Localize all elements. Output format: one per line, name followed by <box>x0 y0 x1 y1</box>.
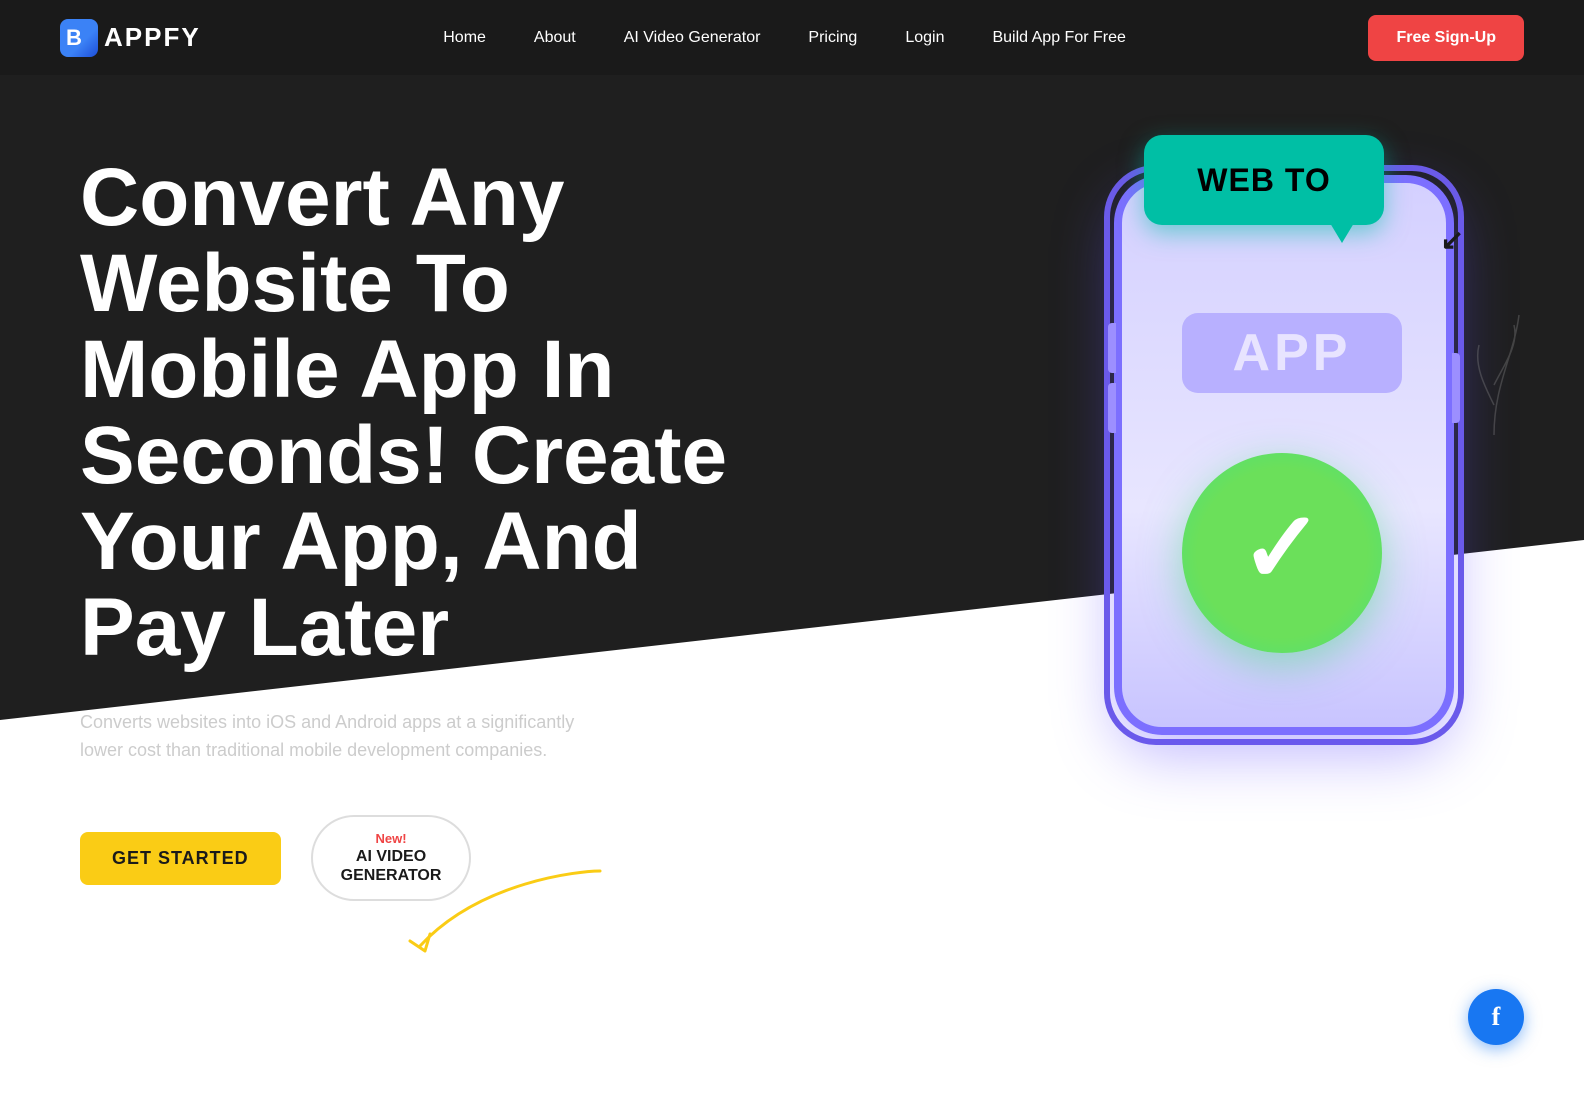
hero-content: Convert Any Website To Mobile App In Sec… <box>0 75 1584 901</box>
hero-subtitle: Converts websites into iOS and Android a… <box>80 708 600 766</box>
hero-title: Convert Any Website To Mobile App In Sec… <box>80 155 780 672</box>
logo-text: APPFY <box>104 22 201 53</box>
facebook-icon: f <box>1492 1002 1501 1032</box>
logo-icon <box>60 19 98 57</box>
check-mark-icon: ✓ <box>1240 498 1324 598</box>
get-started-button[interactable]: GET STARTED <box>80 832 281 885</box>
phone-side-btn-3 <box>1452 353 1460 423</box>
nav-item-about[interactable]: About <box>534 29 576 46</box>
phone-side-btn-1 <box>1108 323 1116 373</box>
phone-wrapper: WEB TO ↙ APP ✓ <box>1104 135 1484 755</box>
nav-item-build-app[interactable]: Build App For Free <box>992 29 1125 46</box>
nav-item-home[interactable]: Home <box>443 29 486 46</box>
hero-phone-illustration: WEB TO ↙ APP ✓ <box>1084 135 1504 755</box>
nav-item-ai-video[interactable]: AI Video Generator <box>624 29 761 46</box>
hero-left: Convert Any Website To Mobile App In Sec… <box>80 155 780 901</box>
bubble-arrow: ↙ <box>1441 223 1464 256</box>
signup-button[interactable]: Free Sign-Up <box>1368 15 1524 61</box>
app-label: APP <box>1182 313 1402 393</box>
phone-side-btn-2 <box>1108 383 1116 433</box>
check-circle: ✓ <box>1182 453 1382 653</box>
nav-item-pricing[interactable]: Pricing <box>808 29 857 46</box>
web-to-text: WEB TO <box>1197 162 1330 199</box>
logo[interactable]: APPFY <box>60 19 201 57</box>
plant-decoration <box>1464 235 1524 435</box>
facebook-button[interactable]: f <box>1468 989 1524 1045</box>
hero-section: Convert Any Website To Mobile App In Sec… <box>0 0 1584 1105</box>
nav-item-login[interactable]: Login <box>905 29 944 46</box>
phone-body: APP ✓ <box>1114 175 1454 735</box>
nav-links: Home About AI Video Generator Pricing Lo… <box>443 29 1126 47</box>
navbar: APPFY Home About AI Video Generator Pric… <box>0 0 1584 75</box>
ai-video-new-badge: New! <box>376 831 407 847</box>
arrow-decoration <box>400 861 620 961</box>
web-to-bubble: WEB TO <box>1144 135 1384 225</box>
hero-buttons: GET STARTED New! AI VIDEOGENERATOR <box>80 815 780 901</box>
